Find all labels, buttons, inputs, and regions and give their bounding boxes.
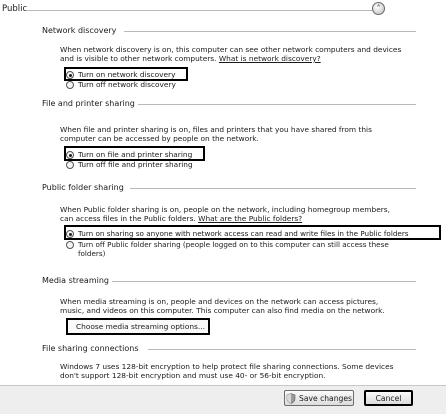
radio-button-checked[interactable] (66, 230, 74, 238)
section-divider (138, 104, 416, 105)
section-heading-public-folder-sharing: Public folder sharing (42, 183, 124, 192)
network-discovery-description: When network discovery is on, this compu… (60, 45, 402, 63)
profile-title: Public (2, 4, 28, 14)
chevron-up-icon[interactable]: ˄ (372, 2, 385, 15)
radio-turn-off-network-discovery[interactable]: Turn off network discovery (66, 80, 176, 90)
section-heading-network-discovery: Network discovery (42, 26, 117, 35)
radio-label: Turn off file and printer sharing (78, 160, 193, 169)
radio-button[interactable] (66, 81, 74, 89)
section-divider (148, 349, 416, 350)
section-heading-file-sharing-connections: File sharing connections (42, 344, 139, 353)
section-heading-file-printer-sharing: File and printer sharing (42, 99, 135, 108)
radio-button-checked[interactable] (66, 151, 74, 159)
file-sharing-connections-description: Windows 7 uses 128-bit encryption to hel… (60, 362, 394, 380)
section-divider (112, 281, 416, 282)
section-divider (130, 188, 416, 189)
radio-label: Turn off network discovery (78, 80, 176, 89)
radio-button[interactable] (66, 161, 74, 169)
profile-divider (26, 10, 384, 11)
shield-icon (286, 392, 296, 404)
cancel-button[interactable]: Cancel (364, 390, 413, 406)
choose-media-streaming-options-button[interactable]: Choose media streaming options... (66, 318, 210, 335)
file-printer-sharing-description: When file and printer sharing is on, fil… (60, 125, 372, 143)
public-folders-help-link[interactable]: What are the Public folders? (198, 214, 302, 223)
media-streaming-description: When media streaming is on, people and d… (60, 297, 385, 315)
section-heading-media-streaming: Media streaming (42, 276, 109, 285)
section-divider (124, 31, 416, 32)
radio-label: Turn on sharing so anyone with network a… (78, 229, 409, 238)
radio-label: Turn on file and printer sharing (78, 150, 193, 159)
radio-turn-on-network-discovery[interactable]: Turn on network discovery (66, 70, 175, 80)
radio-turn-off-public-folder-sharing[interactable]: Turn off Public folder sharing (people l… (66, 240, 396, 260)
radio-label: Turn off Public folder sharing (people l… (78, 240, 389, 258)
network-discovery-help-link[interactable]: What is network discovery? (219, 54, 321, 63)
radio-button-checked[interactable] (66, 71, 74, 79)
save-changes-label: Save changes (299, 393, 352, 403)
radio-turn-off-file-printer-sharing[interactable]: Turn off file and printer sharing (66, 160, 193, 170)
public-folder-sharing-description: When Public folder sharing is on, people… (60, 205, 390, 223)
radio-turn-on-public-folder-sharing[interactable]: Turn on sharing so anyone with network a… (66, 229, 438, 239)
radio-turn-on-file-printer-sharing[interactable]: Turn on file and printer sharing (66, 150, 192, 160)
save-changes-button[interactable]: Save changes (284, 390, 354, 406)
radio-button[interactable] (66, 241, 74, 249)
radio-label: Turn on network discovery (78, 70, 176, 79)
